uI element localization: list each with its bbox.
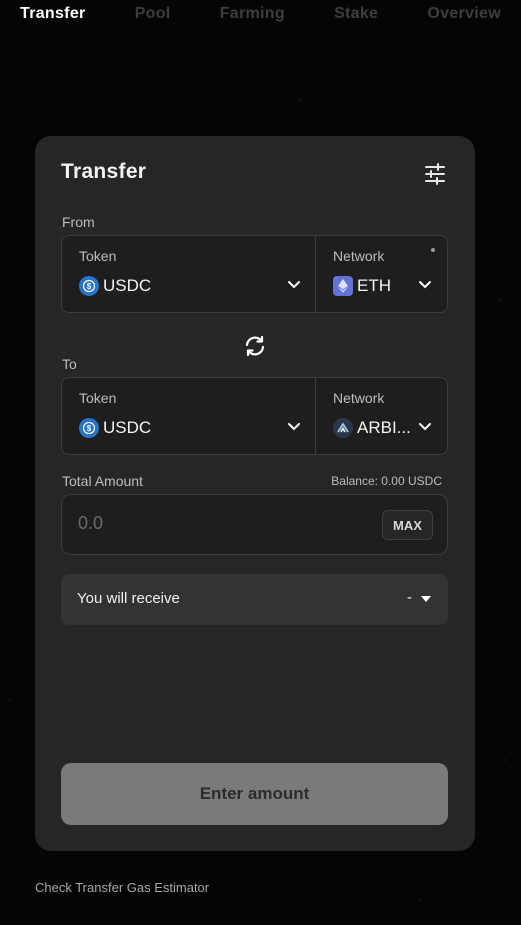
amount-input[interactable] — [78, 513, 358, 534]
nav-transfer[interactable]: Transfer — [20, 5, 86, 23]
to-network-value-wrap: ARBI... — [333, 418, 411, 438]
arbitrum-icon — [333, 418, 353, 438]
from-token-value-wrap: $ USDC — [79, 276, 151, 296]
amount-field: MAX — [61, 494, 448, 555]
from-network-value-wrap: ETH — [333, 276, 391, 296]
svg-text:$: $ — [87, 282, 92, 291]
usdc-icon: $ — [79, 276, 99, 296]
top-nav: Transfer Pool Farming Stake Overview — [20, 5, 501, 23]
to-token-value: USDC — [103, 418, 152, 437]
receive-value: - — [407, 589, 412, 606]
card-title: Transfer — [61, 160, 147, 183]
from-network-select[interactable]: Network ETH — [316, 236, 447, 312]
to-network-value: ARBI... — [357, 418, 411, 437]
balance-text: Balance: 0.00 USDC — [331, 474, 442, 488]
to-token-value-wrap: $ USDC — [79, 418, 151, 438]
max-button[interactable]: MAX — [382, 510, 433, 540]
from-network-caption: Network — [333, 248, 385, 264]
gas-estimator-link[interactable]: Check Transfer Gas Estimator — [35, 880, 209, 895]
receive-label: You will receive — [77, 590, 180, 607]
caret-down-icon — [421, 596, 431, 602]
chevron-down-icon — [288, 423, 300, 431]
receive-dropdown[interactable]: You will receive - — [61, 574, 448, 625]
from-network-value: ETH — [357, 276, 391, 295]
to-token-caption: Token — [79, 390, 117, 406]
from-token-value: USDC — [103, 276, 152, 295]
swap-arrows-icon[interactable] — [243, 334, 267, 358]
to-selector: Token $ USDC Network ARBI... — [61, 377, 448, 455]
to-label: To — [62, 356, 77, 372]
transfer-card: Transfer From Token $ USDC Network ETH T… — [35, 136, 475, 851]
nav-farming[interactable]: Farming — [220, 5, 285, 23]
nav-overview[interactable]: Overview — [427, 5, 501, 23]
from-label: From — [62, 214, 95, 230]
from-selector: Token $ USDC Network ETH — [61, 235, 448, 313]
chevron-down-icon — [288, 281, 300, 289]
nav-stake[interactable]: Stake — [334, 5, 378, 23]
total-amount-label: Total Amount — [62, 473, 143, 489]
ethereum-icon — [333, 276, 353, 296]
sliders-icon[interactable] — [423, 162, 447, 186]
nav-pool[interactable]: Pool — [135, 5, 171, 23]
from-token-caption: Token — [79, 248, 117, 264]
chevron-down-icon — [419, 423, 431, 431]
to-network-select[interactable]: Network ARBI... — [316, 378, 447, 454]
amount-header: Total Amount Balance: 0.00 USDC — [62, 473, 442, 489]
status-dot — [431, 248, 435, 252]
svg-text:$: $ — [87, 424, 92, 433]
enter-amount-button[interactable]: Enter amount — [61, 763, 448, 825]
to-token-select[interactable]: Token $ USDC — [62, 378, 316, 454]
chevron-down-icon — [419, 281, 431, 289]
to-network-caption: Network — [333, 390, 385, 406]
usdc-icon: $ — [79, 418, 99, 438]
from-token-select[interactable]: Token $ USDC — [62, 236, 316, 312]
